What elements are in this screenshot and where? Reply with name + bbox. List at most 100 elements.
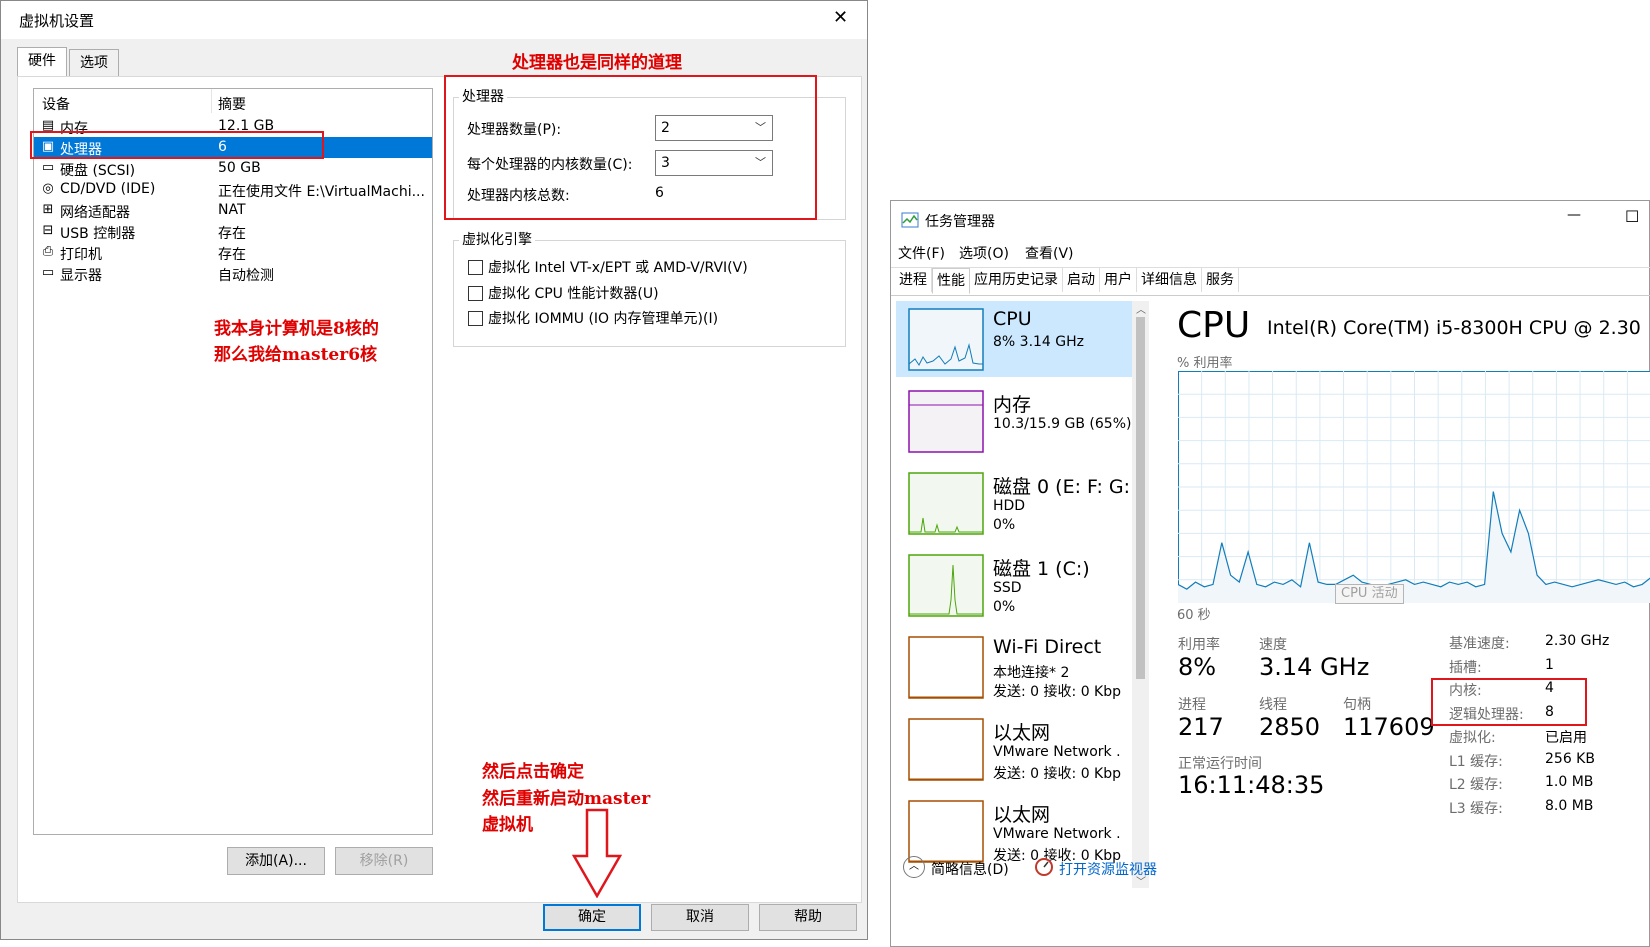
cpu-model: Intel(R) Core(TM) i5-8300H CPU @ 2.30 (1267, 317, 1641, 339)
device-name: 打印机 (60, 247, 102, 263)
cancel-button[interactable]: 取消 (651, 904, 749, 931)
down-arrow-icon (572, 808, 622, 898)
detail-key: 基准速度: (1449, 636, 1510, 652)
vtx-label: 虚拟化 Intel VT-x/EPT 或 AMD-V/RVI(V) (488, 260, 748, 276)
performance-sidebar: CPU 8% 3.14 GHz 内存 10.3/15.9 GB (65%) 磁盘 0 (… (896, 301, 1132, 886)
sidebar-item-5[interactable]: 以太网 VMware Network . 发送: 0 接收: 0 Kbp (896, 711, 1132, 787)
utilization-label: 利用率 (1178, 637, 1220, 653)
help-button[interactable]: 帮助 (759, 904, 857, 931)
annotation-left-line2: 那么我给master6核 (214, 345, 378, 365)
vm-title-bar: 虚拟机设置 ✕ (1, 1, 867, 39)
network-adapter-icon: ⊞ (42, 202, 54, 217)
speed-value: 3.14 GHz (1259, 653, 1370, 681)
sidebar-item-detail: HDD (993, 498, 1026, 514)
menu-options[interactable]: 选项(O) (959, 243, 1009, 263)
add-button[interactable]: 添加(A)... (227, 847, 325, 875)
scrollbar-thumb[interactable] (1136, 317, 1145, 679)
sidebar-thumbnail (908, 718, 984, 781)
sidebar-scrollbar[interactable]: ︿ ﹀ (1132, 301, 1149, 888)
summary-column-header[interactable]: 摘要 (218, 94, 246, 114)
annotation-bottom-line2: 然后重新启动master (482, 789, 651, 809)
cpu-utilization-graph (1178, 371, 1650, 603)
tab-0[interactable]: 进程 (895, 268, 932, 292)
iommu-checkbox[interactable] (468, 311, 483, 326)
cpu-counters-checkbox[interactable] (468, 286, 483, 301)
device-row-2[interactable]: ▭ 硬盘 (SCSI) 50 GB (34, 158, 432, 179)
sidebar-item-detail: 8% 3.14 GHz (993, 334, 1085, 350)
device-name: CD/DVD (IDE) (60, 181, 156, 197)
scroll-up-icon[interactable]: ︿ (1136, 301, 1146, 316)
device-name: USB 控制器 (60, 226, 136, 242)
sidebar-thumbnail (908, 800, 984, 863)
sidebar-item-detail: SSD (993, 580, 1022, 596)
detail-value: 256 KB (1545, 750, 1595, 767)
device-row-4[interactable]: ⊞ 网络适配器 NAT (34, 200, 432, 221)
ok-button[interactable]: 确定 (543, 904, 641, 931)
sidebar-item-name: CPU (993, 308, 1032, 330)
processor-row-highlight-box (30, 131, 324, 159)
iommu-label: 虚拟化 IOMMU (IO 内存管理单元)(I) (488, 311, 719, 327)
sidebar-item-detail: 10.3/15.9 GB (65%) (993, 416, 1132, 432)
harddisk-icon: ▭ (41, 160, 55, 175)
device-summary: 正在使用文件 E:\VirtualMachi... (218, 184, 425, 200)
task-manager-window: 任务管理器 — ☐ 文件(F) 选项(O) 查看(V) 进程 性能 应用历史记录 启动… (890, 200, 1650, 947)
remove-button[interactable]: 移除(R) (335, 847, 433, 875)
maximize-icon[interactable]: ☐ (1625, 207, 1639, 226)
tab-3[interactable]: 启动 (1063, 268, 1100, 292)
less-details-link[interactable]: 简略信息(D) (931, 859, 1009, 879)
sidebar-item-1[interactable]: 内存 10.3/15.9 GB (65%) (896, 383, 1132, 459)
device-row-7[interactable]: ▭ 显示器 自动检测 (34, 263, 432, 285)
graph-time-label: 60 秒 (1177, 608, 1211, 623)
annotation-bottom-line1: 然后点击确定 (482, 762, 584, 782)
sidebar-thumbnail (908, 308, 984, 371)
device-summary: NAT (218, 202, 246, 218)
menu-file[interactable]: 文件(F) (898, 243, 945, 263)
tab-5[interactable]: 详细信息 (1137, 268, 1202, 292)
detail-value: 1.0 MB (1545, 774, 1594, 790)
detail-key: L1 缓存: (1449, 753, 1503, 770)
threads-label: 线程 (1259, 697, 1287, 713)
close-icon[interactable]: ✕ (833, 7, 848, 28)
usb-icon: ⊟ (42, 223, 54, 238)
uptime-label: 正常运行时间 (1178, 756, 1262, 772)
sidebar-item-3[interactable]: 磁盘 1 (C:) SSD 0% (896, 547, 1132, 623)
sidebar-thumbnail (908, 390, 984, 453)
tab-6[interactable]: 服务 (1202, 268, 1239, 292)
sidebar-item-0[interactable]: CPU 8% 3.14 GHz (896, 301, 1132, 377)
device-summary: 存在 (218, 247, 246, 263)
sidebar-item-detail: 本地连接* 2 (993, 665, 1070, 681)
collapse-icon[interactable]: ︿ (903, 856, 925, 878)
menu-view[interactable]: 查看(V) (1025, 243, 1074, 263)
cpu-counters-label: 虚拟化 CPU 性能计数器(U) (488, 286, 659, 302)
device-row-5[interactable]: ⊟ USB 控制器 存在 (34, 221, 432, 243)
tab-options[interactable]: 选项 (69, 49, 119, 76)
device-column-header[interactable]: 设备 (42, 94, 70, 114)
tab-2[interactable]: 应用历史记录 (970, 268, 1063, 292)
sidebar-item-4[interactable]: Wi-Fi Direct 本地连接* 2 发送: 0 接收: 0 Kbp (896, 629, 1132, 705)
column-divider (211, 89, 212, 113)
device-row-3[interactable]: ◎ CD/DVD (IDE) 正在使用文件 E:\VirtualMachi... (34, 179, 432, 200)
sidebar-item-6[interactable]: 以太网 VMware Network . 发送: 0 接收: 0 Kbp (896, 793, 1132, 869)
open-resource-monitor-link[interactable]: 打开资源监视器 (1059, 859, 1157, 879)
sidebar-thumbnail (908, 472, 984, 535)
tab-4[interactable]: 用户 (1100, 268, 1137, 292)
detail-value: 1 (1545, 656, 1554, 673)
device-row-6[interactable]: ⎙ 打印机 存在 (34, 242, 432, 264)
minimize-icon[interactable]: — (1567, 207, 1581, 223)
sidebar-item-detail: 0% (993, 517, 1016, 533)
tab-1[interactable]: 性能 (932, 268, 970, 294)
vtx-checkbox[interactable] (468, 260, 483, 275)
sidebar-item-2[interactable]: 磁盘 0 (E: F: G: HDD 0% (896, 465, 1132, 541)
processes-label: 进程 (1178, 697, 1206, 713)
sidebar-item-detail: VMware Network . (993, 744, 1121, 760)
display-icon: ▭ (41, 265, 55, 280)
annotation-bottom-line3: 虚拟机 (482, 815, 533, 835)
tab-hardware-label: 硬件 (28, 53, 56, 69)
handles-label: 句柄 (1343, 697, 1371, 713)
detail-key: L3 缓存: (1449, 800, 1503, 817)
cpu-activity-tooltip: CPU 活动 (1335, 584, 1404, 604)
device-name: 显示器 (60, 268, 102, 284)
sidebar-item-detail: 0% (993, 599, 1016, 615)
processes-value: 217 (1178, 713, 1224, 741)
tab-hardware[interactable]: 硬件 (17, 47, 67, 78)
